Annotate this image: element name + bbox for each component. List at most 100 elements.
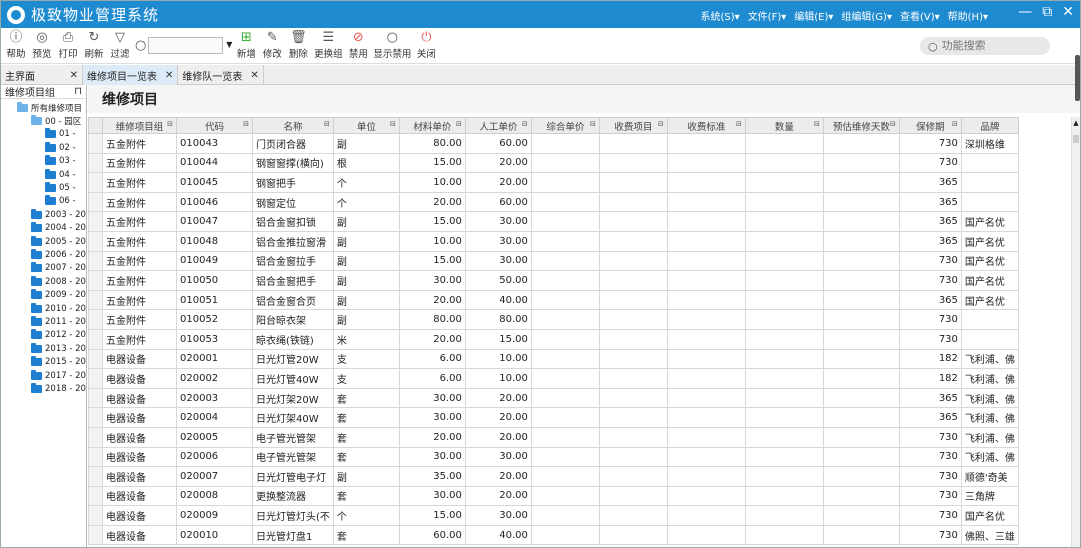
table-cell[interactable] [598, 485, 668, 507]
tree-node[interactable]: 01 - [1, 128, 86, 141]
table-cell[interactable]: 80.00 [398, 309, 466, 330]
table-cell[interactable] [598, 309, 668, 330]
table-cell[interactable]: 30.00 [464, 211, 532, 232]
table-cell[interactable]: 35.00 [398, 466, 466, 487]
table-cell[interactable]: 730 [898, 309, 962, 330]
table-cell[interactable]: 10.00 [398, 230, 466, 252]
table-cell[interactable]: 730 [898, 250, 962, 272]
table-cell[interactable]: 日光灯管20W [252, 348, 334, 370]
table-cell[interactable]: 副 [332, 270, 400, 291]
table-cell[interactable] [744, 368, 824, 389]
table-cell[interactable]: 飞利浦、佛 [960, 348, 1019, 370]
table-cell[interactable]: 730 [898, 133, 962, 154]
table-cell[interactable]: 五金附件 [102, 328, 177, 350]
table-cell[interactable]: 60.00 [464, 133, 532, 154]
table-cell[interactable] [822, 133, 900, 154]
tree-node[interactable]: 2006 - 20 [1, 248, 86, 261]
table-cell[interactable] [822, 211, 900, 232]
table-cell[interactable]: 国产名优 [960, 230, 1019, 252]
column-filter-icon[interactable]: ⊟ [390, 120, 396, 128]
table-cell[interactable]: 730 [898, 270, 962, 291]
table-cell[interactable] [598, 250, 668, 272]
column-filter-icon[interactable]: ⊟ [522, 120, 528, 128]
table-cell[interactable]: 副 [332, 133, 400, 154]
tree-node[interactable]: 2004 - 20 [1, 222, 86, 235]
tree-node[interactable]: 2012 - 20 [1, 329, 86, 342]
column-header[interactable]: 预估维修天数 ⊟ [822, 117, 900, 134]
table-cell[interactable] [822, 289, 900, 311]
scroll-thumb[interactable] [1073, 135, 1079, 143]
table-cell[interactable] [598, 524, 668, 546]
table-cell[interactable]: 晾衣绳(铁链) [252, 328, 334, 350]
table-cell[interactable] [744, 133, 824, 154]
table-cell[interactable]: 日光管灯盘1 [252, 524, 334, 546]
preview-button[interactable]: ◎ 预览 [29, 31, 55, 63]
table-cell[interactable]: 飞利浦、佛 [960, 407, 1019, 428]
table-cell[interactable]: 30.00 [464, 446, 532, 468]
tab-main[interactable]: 主界面 ✕ [1, 65, 83, 85]
tree-node[interactable]: 04 - [1, 168, 86, 181]
function-search[interactable]: ○ [920, 37, 1050, 55]
table-cell[interactable]: 730 [898, 524, 962, 546]
refresh-button[interactable]: ↻ 刷新 [81, 31, 107, 63]
menu-group-edit[interactable]: 组编辑(G)▾ [841, 8, 892, 23]
close-window-button[interactable]: ✕ [1062, 4, 1074, 20]
table-cell[interactable]: 20.00 [398, 426, 466, 448]
table-cell[interactable]: 20.00 [464, 485, 532, 507]
table-cell[interactable]: 30.00 [398, 407, 466, 428]
table-cell[interactable]: 电器设备 [102, 426, 177, 448]
table-cell[interactable]: 套 [332, 387, 400, 409]
table-cell[interactable]: 30.00 [464, 230, 532, 252]
table-cell[interactable] [598, 289, 668, 311]
column-header[interactable]: 品牌 [960, 117, 1019, 134]
table-cell[interactable] [598, 466, 668, 487]
table-cell[interactable]: 10.00 [398, 172, 466, 193]
table-cell[interactable]: 365 [898, 407, 962, 428]
table-cell[interactable] [598, 230, 668, 252]
table-cell[interactable] [666, 211, 746, 232]
table-cell[interactable]: 钢窗把手 [252, 172, 334, 193]
table-cell[interactable]: 020001 [176, 348, 253, 370]
table-row[interactable]: 五金附件 010044 钢窗窗撑(横向) 根 15.00 20.00 730 [88, 152, 1019, 174]
table-cell[interactable]: 010045 [176, 172, 253, 193]
table-cell[interactable]: 铝合金推拉窗滑 [252, 230, 334, 252]
table-cell[interactable]: 铝合金窗扣锁 [252, 211, 334, 232]
tree-node[interactable]: 2015 - 20 [1, 355, 86, 368]
table-cell[interactable]: 15.00 [398, 505, 466, 526]
table-cell[interactable]: 30.00 [464, 505, 532, 526]
table-cell[interactable]: 020003 [176, 387, 253, 409]
column-filter-icon[interactable]: ⊟ [890, 120, 896, 128]
table-cell[interactable] [598, 172, 668, 193]
table-cell[interactable] [822, 524, 900, 546]
table-cell[interactable]: 国产名优 [960, 505, 1019, 526]
column-filter-icon[interactable]: ⊟ [167, 120, 173, 128]
table-cell[interactable]: 飞利浦、佛 [960, 426, 1019, 448]
table-cell[interactable] [744, 485, 824, 507]
column-header[interactable]: 代码 ⊟ [176, 117, 253, 134]
table-cell[interactable]: 010046 [176, 191, 253, 213]
table-cell[interactable]: 佛照、三雄 [960, 524, 1019, 546]
table-cell[interactable]: 副 [332, 466, 400, 487]
table-cell[interactable]: 20.00 [464, 172, 532, 193]
table-cell[interactable] [666, 505, 746, 526]
column-header[interactable]: 保修期 ⊟ [898, 117, 962, 134]
table-cell[interactable] [598, 387, 668, 409]
table-cell[interactable] [744, 407, 824, 428]
filter-button[interactable]: ▽ 过滤 [107, 31, 133, 63]
table-cell[interactable]: 365 [898, 211, 962, 232]
table-cell[interactable] [598, 328, 668, 350]
column-header[interactable]: 单位 ⊟ [332, 117, 400, 134]
table-cell[interactable]: 电器设备 [102, 524, 177, 546]
table-cell[interactable]: 730 [898, 446, 962, 468]
table-cell[interactable]: 套 [332, 426, 400, 448]
table-cell[interactable]: 730 [898, 328, 962, 350]
table-row[interactable]: 电器设备 020008 更换整流器套 30.00 20.00 730 三角牌 [88, 485, 1019, 507]
table-cell[interactable] [822, 446, 900, 468]
function-search-input[interactable] [941, 40, 1042, 52]
table-cell[interactable] [666, 387, 746, 409]
table-cell[interactable]: 50.00 [464, 270, 532, 291]
column-filter-icon[interactable]: ⊟ [456, 120, 462, 128]
table-cell[interactable]: 020004 [176, 407, 253, 428]
table-cell[interactable]: 五金附件 [102, 309, 177, 330]
table-cell[interactable]: 日光灯架20W [252, 387, 334, 409]
